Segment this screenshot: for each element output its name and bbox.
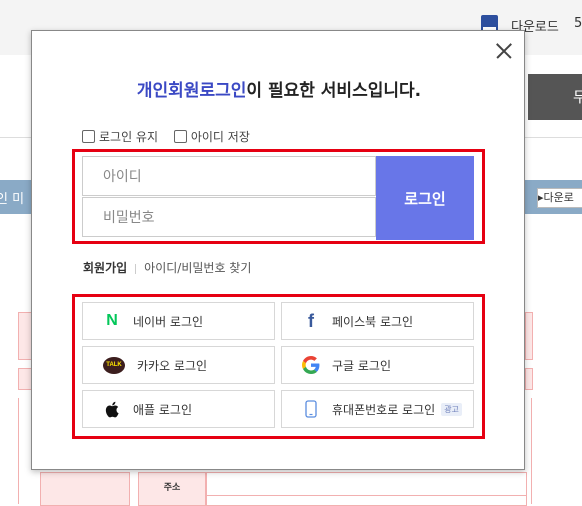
naver-login-button[interactable]: N 네이버 로그인 [82, 302, 275, 340]
google-login-label: 구글 로그인 [332, 358, 392, 373]
address-field[interactable] [206, 472, 527, 506]
account-links: 회원가입 아이디/비밀번호 찾기 [83, 259, 251, 276]
form-cell [40, 472, 130, 506]
google-icon [302, 356, 320, 374]
naver-icon: N [106, 312, 118, 329]
login-modal: 개인회원로그인이 필요한 서비스입니다. 로그인 유지 아이디 저장 아이디 비… [31, 30, 525, 470]
password-input[interactable]: 비밀번호 [82, 197, 376, 237]
section-bar-left: 인 미 [0, 180, 32, 214]
save-id-label: 아이디 저장 [190, 130, 250, 144]
form-row-right [525, 368, 533, 390]
join-link[interactable]: 회원가입 [83, 261, 127, 275]
find-account-link[interactable]: 아이디/비밀번호 찾기 [144, 261, 251, 275]
kakao-login-label: 카카오 로그인 [137, 358, 208, 373]
facebook-icon: f [308, 310, 314, 331]
modal-title: 개인회원로그인이 필요한 서비스입니다. [32, 76, 526, 101]
facebook-login-button[interactable]: f 페이스북 로그인 [281, 302, 474, 340]
ad-badge: 광고 [441, 402, 462, 416]
form-box-right [525, 312, 533, 360]
phone-login-button[interactable]: 휴대폰번호로 로그인 광고 [281, 390, 474, 428]
modal-title-highlight: 개인회원로그인 [136, 81, 247, 101]
kakao-login-button[interactable]: TALK 카카오 로그인 [82, 346, 275, 384]
kakao-icon-text: TALK [103, 356, 125, 374]
google-login-button[interactable]: 구글 로그인 [281, 346, 474, 384]
apple-icon [103, 400, 121, 418]
download-count: 5 [574, 16, 582, 31]
naver-login-label: 네이버 로그인 [133, 314, 204, 329]
modal-title-rest: 이 필요한 서비스입니다. [246, 81, 422, 101]
link-separator [135, 263, 137, 274]
download-button[interactable]: ▸다운로 [537, 188, 582, 208]
save-id-option[interactable]: 아이디 저장 [173, 128, 250, 145]
download-button-label: 다운로 [543, 191, 574, 204]
dark-header-button-label: 무 [573, 88, 582, 106]
login-options: 로그인 유지 아이디 저장 [82, 128, 262, 146]
phone-login-label: 휴대폰번호로 로그인 [332, 402, 436, 417]
keep-login-label: 로그인 유지 [99, 130, 159, 144]
phone-icon [302, 400, 320, 418]
id-input[interactable]: 아이디 [82, 156, 376, 196]
keep-login-option[interactable]: 로그인 유지 [82, 128, 158, 145]
address-label: 주소 [138, 472, 206, 506]
close-icon[interactable] [493, 40, 515, 62]
facebook-login-label: 페이스북 로그인 [332, 314, 414, 329]
apple-login-label: 애플 로그인 [133, 402, 193, 417]
keep-login-checkbox[interactable] [82, 130, 95, 143]
apple-login-button[interactable]: 애플 로그인 [82, 390, 275, 428]
kakao-icon: TALK [103, 355, 125, 375]
save-id-checkbox[interactable] [173, 130, 187, 143]
dark-header-button[interactable]: 무 [528, 74, 582, 120]
login-button[interactable]: 로그인 [376, 156, 474, 240]
section-bar-text: 인 미 [0, 192, 25, 207]
